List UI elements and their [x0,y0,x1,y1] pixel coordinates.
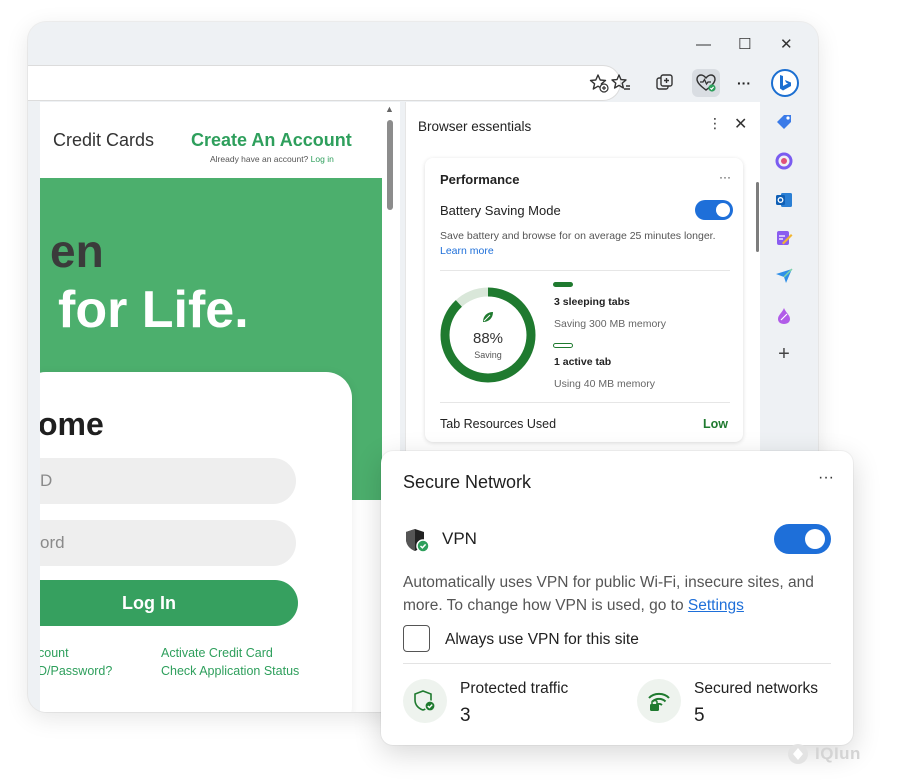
always-use-vpn-label: Always use VPN for this site [445,631,639,648]
secure-network-title: Secure Network [403,472,532,492]
copilot-apps-icon[interactable] [772,149,796,173]
active-tabs-count: 1 active tab [554,356,612,368]
copilot-icon[interactable] [769,67,801,99]
hero-line-1: en [50,225,104,277]
browser-essentials-icon[interactable] [692,69,720,97]
user-id-input[interactable]: D [40,458,296,504]
secure-network-flyout: Secure Network ··· VPN Automatically use… [381,451,853,745]
watermark-text: IQIun [815,744,861,763]
drop-icon[interactable] [772,304,796,328]
minimize-button[interactable]: — [696,36,711,54]
panel-options-icon[interactable]: ⋮ [708,115,722,132]
always-use-vpn-checkbox[interactable] [403,625,430,652]
shopping-tag-icon[interactable] [772,111,796,135]
welcome-heading: ome [40,406,104,442]
sleeping-tabs-indicator [553,282,573,287]
protected-traffic-icon [403,679,447,723]
activate-card-link[interactable]: Activate Credit Card [161,646,273,660]
panel-scrollbar-thumb[interactable] [756,182,759,252]
learn-more-link[interactable]: Learn more [440,245,494,257]
outlook-icon[interactable] [772,188,796,212]
battery-saving-label: Battery Saving Mode [440,203,561,218]
account-link[interactable]: count [40,646,69,660]
performance-title: Performance [440,172,520,187]
scroll-up-arrow-icon[interactable]: ▲ [385,104,394,114]
panel-close-icon[interactable]: ✕ [734,114,747,134]
address-bar[interactable] [28,66,620,100]
designer-icon[interactable] [772,226,796,250]
add-sidebar-app-icon[interactable]: + [772,342,796,366]
maximize-button[interactable]: ☐ [738,36,751,54]
vpn-description: Automatically uses VPN for public Wi-Fi,… [403,571,843,617]
nav-credit-cards[interactable]: Credit Cards [53,130,154,151]
more-menu-icon[interactable]: ··· [730,69,758,97]
tab-resources-level: Low [703,417,728,431]
performance-more-icon[interactable]: ··· [719,170,731,184]
hero-line-2: for Life. [58,281,249,339]
sleeping-tabs-memory: Saving 300 MB memory [554,318,667,330]
forgot-password-link[interactable]: D/Password? [40,664,112,678]
saving-percent: 88% [472,330,504,347]
vpn-description-text: Automatically uses VPN for public Wi-Fi,… [403,574,814,614]
battery-description: Save battery and browse for on average 2… [440,229,720,259]
login-prompt: Already have an account? Log in [210,154,334,164]
vpn-toggle-knob [805,529,825,549]
battery-saving-toggle[interactable] [695,200,733,220]
watermark: IQIun [787,743,861,765]
performance-divider [440,270,730,271]
battery-desc-text: Save battery and browse for on average 2… [440,230,716,242]
resources-divider [440,402,730,403]
secured-networks-label: Secured networks [694,680,819,697]
vpn-settings-link[interactable]: Settings [688,597,744,614]
web-page: Credit Cards Create An Account Already h… [40,102,400,712]
battery-toggle-knob [716,203,730,217]
vpn-label: VPN [442,529,477,548]
login-button[interactable]: Log In [40,580,298,626]
close-window-button[interactable]: ✕ [780,36,793,54]
tab-resources-label: Tab Resources Used [440,417,557,431]
performance-card: Performance ··· Battery Saving Mode Save… [425,158,743,442]
send-icon[interactable] [772,264,796,288]
sleeping-tabs-count: 3 sleeping tabs [554,296,630,308]
application-status-link[interactable]: Check Application Status [161,664,299,678]
active-tabs-indicator [553,343,573,348]
password-input[interactable]: ord [40,520,296,566]
panel-title: Browser essentials [418,119,532,134]
login-card: ome D ord Log In count D/Password? Activ… [40,372,352,712]
secure-network-more-icon[interactable]: ··· [818,469,834,487]
favorites-icon[interactable] [607,69,635,97]
watermark-logo-icon [788,744,808,764]
login-prompt-text: Already have an account? [210,154,309,164]
collections-icon[interactable] [651,69,679,97]
vpn-toggle[interactable] [774,524,831,554]
secured-networks-icon [637,679,681,723]
leaf-icon [481,310,495,329]
vpn-shield-icon [404,527,432,560]
saving-label: Saving [474,350,502,360]
secured-networks-value: 5 [694,705,705,726]
protected-traffic-label: Protected traffic [460,680,569,697]
active-tabs-memory: Using 40 MB memory [554,378,655,390]
secure-network-divider [403,663,831,664]
page-scrollbar-thumb[interactable] [387,120,393,210]
protected-traffic-value: 3 [460,705,471,726]
nav-create-account[interactable]: Create An Account [191,130,352,151]
login-link[interactable]: Log in [311,154,334,164]
